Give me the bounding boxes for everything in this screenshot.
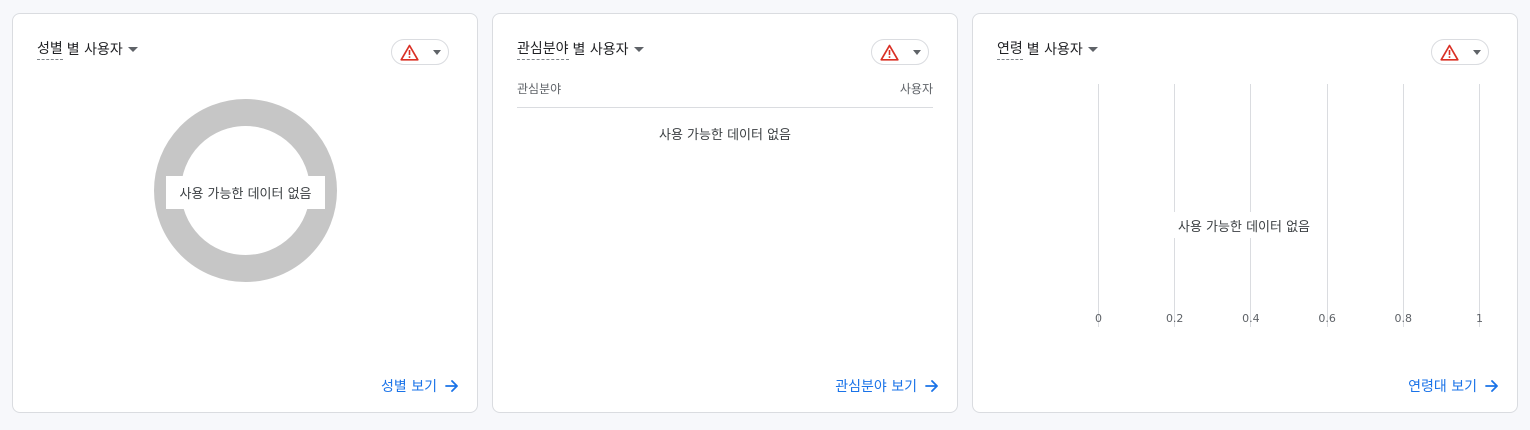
view-link-label: 연령대 보기 — [1408, 379, 1477, 395]
data-quality-warning-button[interactable] — [391, 39, 449, 65]
arrow-right-icon — [925, 380, 938, 392]
view-interest-link[interactable]: 관심분야 보기 — [835, 376, 939, 396]
caret-down-icon — [913, 49, 921, 55]
view-link-label: 관심분야 보기 — [835, 379, 917, 395]
gridline-1 — [1174, 84, 1176, 327]
warning-triangle-icon — [400, 44, 419, 61]
data-quality-warning-button[interactable] — [871, 39, 929, 65]
caret-down-icon — [433, 49, 441, 55]
column-header-users: 사용자 — [899, 82, 933, 96]
title-rest: 별 사용자 — [66, 42, 123, 58]
gridline-0 — [1098, 84, 1099, 327]
caret-down-icon — [1473, 49, 1481, 55]
gridline-2 — [1250, 84, 1252, 327]
arrow-right-icon — [445, 380, 458, 392]
caret-down-icon[interactable] — [1087, 47, 1098, 52]
x-tick-label: 0.8 — [1394, 312, 1413, 325]
x-tick-label: 0.2 — [1165, 312, 1184, 325]
title-dimension[interactable]: 관심분야 — [517, 38, 569, 60]
warning-triangle-icon — [1440, 44, 1459, 61]
no-data-label: 사용 가능한 데이터 없음 — [166, 176, 325, 209]
interest-card-title[interactable]: 관심분야 별 사용자 — [517, 38, 644, 60]
age-users-card: 연령 별 사용자 0 0.2 0.4 0.6 0.8 1 사용 가능한 데이터 없음 연령… — [972, 13, 1518, 413]
x-tick-label: 0.4 — [1242, 312, 1260, 325]
x-tick-label: 0.6 — [1318, 312, 1336, 325]
title-dimension[interactable]: 연령 — [997, 38, 1023, 60]
gridline-5 — [1479, 84, 1480, 327]
gender-card-title[interactable]: 성별 별 사용자 — [37, 38, 138, 60]
title-dimension[interactable]: 성별 — [37, 38, 63, 60]
no-data-label: 사용 가능한 데이터 없음 — [1169, 212, 1319, 238]
gridline-3 — [1326, 84, 1328, 327]
caret-down-icon[interactable] — [127, 47, 138, 52]
x-tick-label: 0 — [1095, 312, 1102, 325]
gridline-4 — [1402, 84, 1404, 327]
title-rest: 별 사용자 — [572, 42, 629, 58]
data-quality-warning-button[interactable] — [1431, 39, 1489, 65]
interest-users-card: 관심분야 별 사용자 관심분야 사용자 사용 가능한 데이터 없음 관심분야 보… — [492, 13, 958, 413]
view-link-label: 성별 보기 — [381, 379, 437, 395]
gender-users-card: 성별 별 사용자 사용 가능한 데이터 없음 성별 보기 — [12, 13, 478, 413]
age-card-title[interactable]: 연령 별 사용자 — [997, 38, 1098, 60]
view-gender-link[interactable]: 성별 보기 — [381, 376, 459, 396]
column-header-interest: 관심분야 — [517, 82, 562, 96]
warning-triangle-icon — [880, 44, 899, 61]
title-rest: 별 사용자 — [1026, 42, 1083, 58]
caret-down-icon[interactable] — [633, 47, 644, 52]
x-tick-label: 1 — [1476, 312, 1483, 325]
view-age-link[interactable]: 연령대 보기 — [1408, 376, 1499, 396]
interest-table-header: 관심분야 사용자 — [517, 80, 933, 108]
no-data-label: 사용 가능한 데이터 없음 — [659, 128, 791, 143]
arrow-right-icon — [1485, 380, 1498, 392]
